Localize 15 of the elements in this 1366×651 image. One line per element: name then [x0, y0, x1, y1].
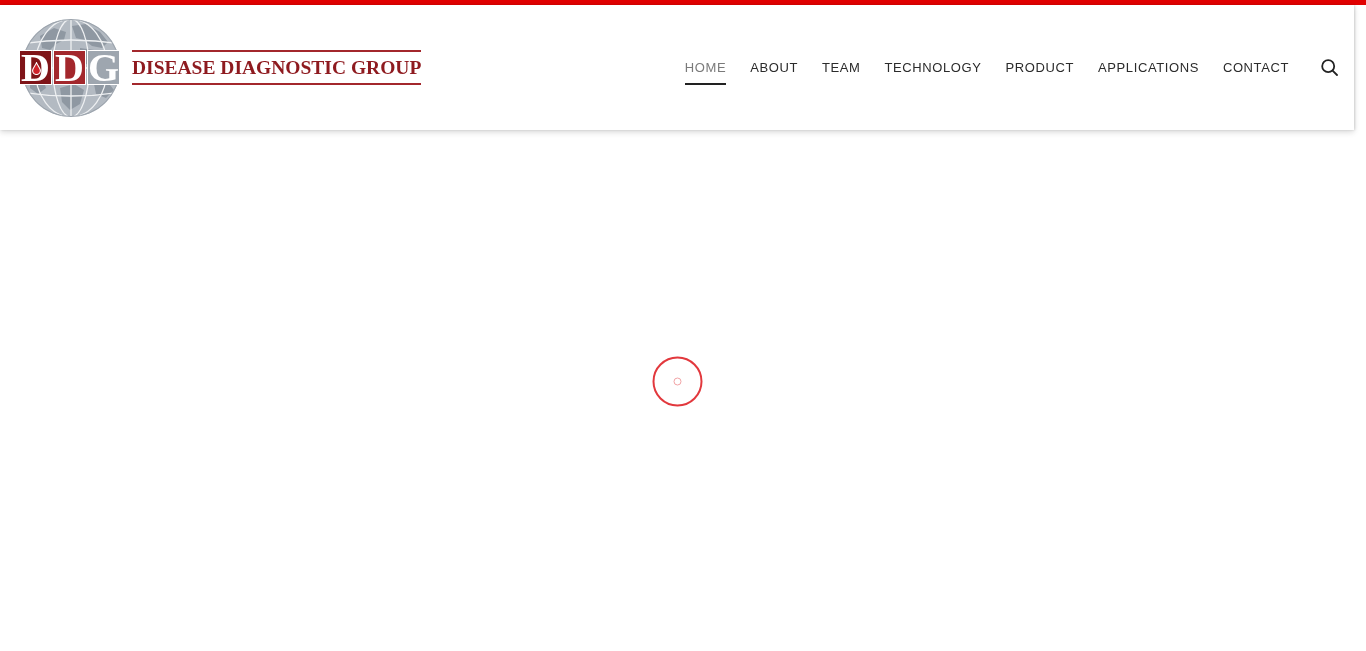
- nav-link[interactable]: CONTACT: [1222, 50, 1289, 85]
- nav-link[interactable]: APPLICATIONS: [1098, 50, 1199, 85]
- loading-spinner-icon: [651, 356, 703, 407]
- logo-letter-tile: D: [53, 49, 86, 85]
- search-icon: [1320, 59, 1338, 76]
- logo-wordmark: DISEASE DIAGNOSTIC GROUP: [132, 50, 422, 85]
- logo-link[interactable]: DDG DISEASE DIAGNOSTIC GROUP: [18, 17, 422, 118]
- logo-letter-tile: G: [87, 49, 120, 85]
- nav-link[interactable]: PRODUCT: [1005, 50, 1075, 85]
- search-button[interactable]: [1320, 58, 1338, 77]
- nav-link[interactable]: ABOUT: [750, 50, 799, 85]
- nav-link[interactable]: TEAM: [822, 50, 861, 85]
- nav-link[interactable]: TECHNOLOGY: [884, 50, 982, 85]
- nav-link[interactable]: HOME: [684, 50, 727, 85]
- logo-letter-tile: D: [19, 49, 52, 85]
